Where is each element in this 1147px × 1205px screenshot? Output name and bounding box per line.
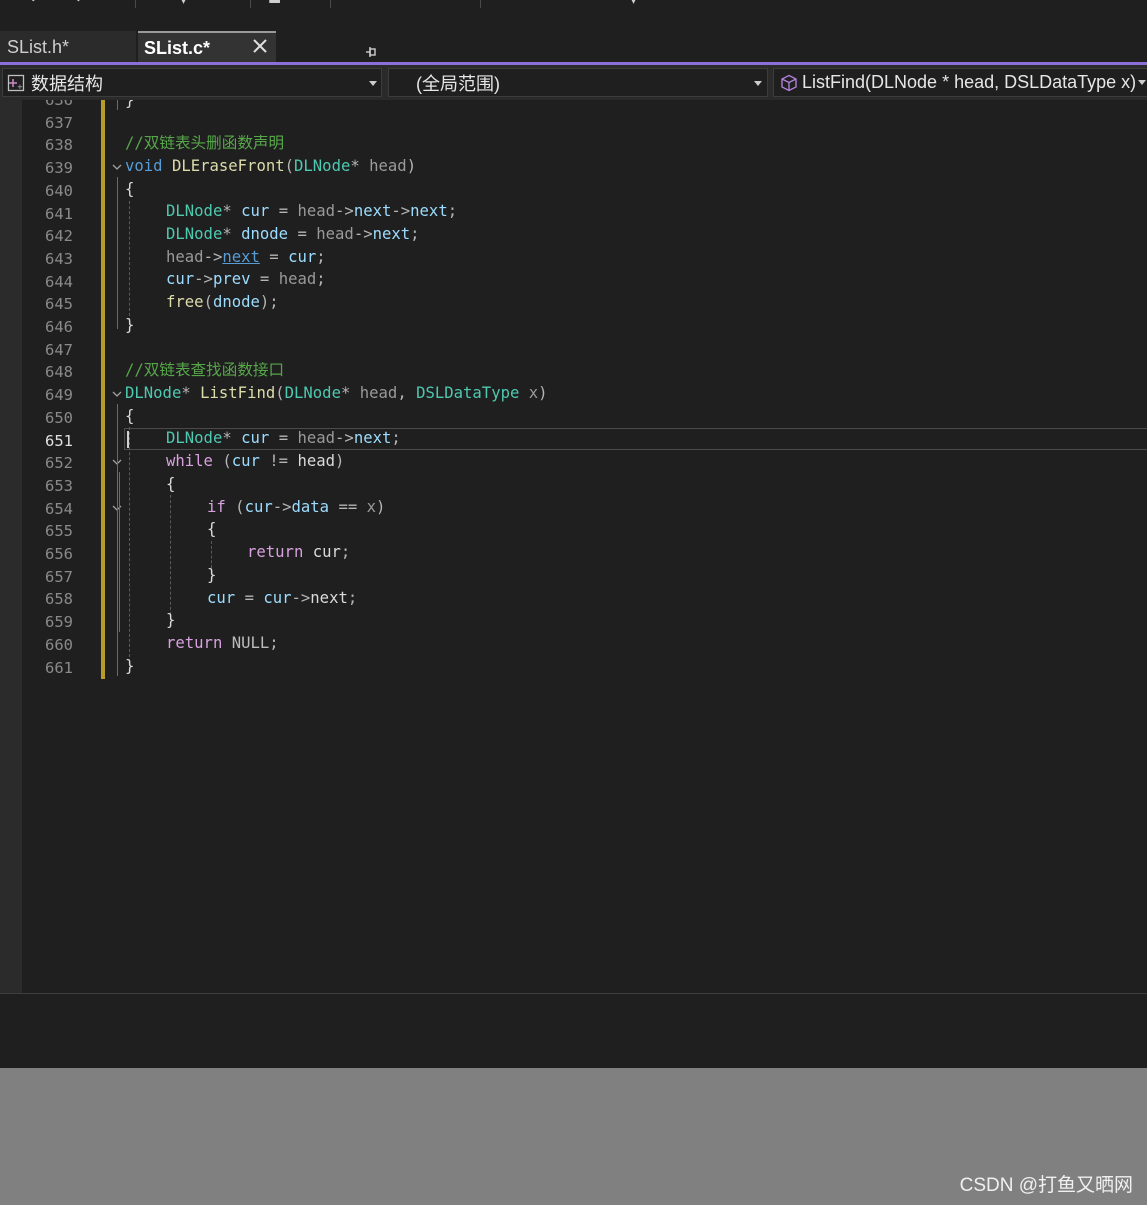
code-line-645: free(dnode); (166, 293, 279, 311)
line-number: 656 (45, 545, 73, 563)
code-line-643: head->next = cur; (166, 248, 326, 266)
code-editor[interactable]: 636 637 638 639 640 641 642 643 644 645 646 647 648 6… (0, 100, 1147, 993)
line-number: 636 (45, 100, 73, 109)
fold-collapse-icon[interactable] (111, 388, 123, 400)
toolbar-separator (250, 0, 251, 8)
line-number: 646 (45, 318, 73, 336)
member-function-icon (781, 74, 797, 92)
line-number: 644 (45, 272, 73, 291)
undo-icon[interactable]: ↶ (30, 0, 42, 8)
indent-guide (129, 201, 130, 321)
code-line-657: } (207, 566, 217, 584)
change-tracking-bar (101, 100, 105, 679)
code-line-650: { (125, 407, 135, 425)
code-line-639: void DLEraseFront(DLNode* head) (125, 157, 417, 175)
line-number: 653 (45, 476, 73, 495)
fold-collapse-icon[interactable] (111, 161, 123, 173)
code-line-636: } (125, 100, 135, 109)
indent-guide (170, 495, 171, 620)
project-icon: + (7, 74, 25, 92)
line-number: 647 (45, 340, 73, 359)
line-number: 652 (45, 454, 73, 473)
code-line-642: DLNode* dnode = head->next; (166, 225, 420, 243)
pin-icon[interactable] (364, 45, 378, 59)
redo-icon[interactable]: ↷ (70, 0, 82, 8)
line-number: 651 (45, 431, 73, 450)
watermark: CSDN @打鱼又晒网 (959, 1175, 1133, 1196)
chevron-down-icon[interactable] (1138, 80, 1146, 85)
code-line-641: DLNode* cur = head->next->next; (166, 202, 458, 220)
line-number: 649 (45, 386, 73, 405)
code-line-649: DLNode* ListFind(DLNode* head, DSLDataTy… (125, 384, 548, 402)
code-line-660: return NULL; (166, 634, 279, 652)
chevron-down-icon (754, 81, 762, 86)
indent-guide (129, 427, 130, 657)
code-line-638: //双链表头删函数声明 (125, 134, 285, 152)
scope-dropdown[interactable]: (全局范围) (388, 68, 768, 97)
toolbar: ↶ ↷ ▾ ▬ ▾ (0, 0, 1147, 24)
line-number: 642 (45, 227, 73, 246)
background-area: CSDN @打鱼又晒网 (0, 1068, 1147, 1205)
line-number: 639 (45, 159, 73, 178)
line-number-gutter: 636 637 638 639 640 641 642 643 644 645 646 647 648 6… (22, 100, 82, 993)
outline-bar (117, 177, 118, 329)
toolbar-dropdown-icon[interactable]: ▾ (630, 0, 637, 8)
line-number: 654 (45, 499, 73, 518)
member-dropdown[interactable]: ListFind(DLNode * head, DSLDataType x) (773, 68, 1147, 97)
toolbar-separator (480, 0, 481, 8)
scope-name: (全局范围) (416, 73, 500, 94)
toolbar-separator (330, 0, 331, 8)
toolbar-dropdown-icon[interactable]: ▾ (180, 0, 187, 8)
toolbar-separator (135, 0, 136, 8)
outline-bar (117, 404, 118, 676)
navigation-bar: + 数据结构 (全局范围) ListFind(DLNode * head, DS… (0, 65, 1147, 100)
line-number: 657 (45, 567, 73, 586)
line-number: 659 (45, 613, 73, 632)
code-line-659: } (166, 611, 176, 629)
code-line-644: cur->prev = head; (166, 270, 326, 288)
member-name: ListFind(DLNode * head, DSLDataType x) (802, 72, 1137, 92)
tab-label: SList.h* (7, 37, 70, 57)
code-line-655: { (207, 520, 217, 538)
line-number: 661 (45, 658, 73, 677)
line-number: 645 (45, 295, 73, 314)
document-tab-strip: SList.h* SList.c* (0, 28, 1147, 64)
tab-slist-h[interactable]: SList.h* (0, 31, 136, 64)
code-line-658: cur = cur->next; (207, 589, 358, 607)
code-line-651: DLNode* cur = head->next; (166, 429, 401, 447)
code-line-653: { (166, 475, 176, 493)
project-dropdown[interactable]: + 数据结构 (2, 68, 382, 97)
chevron-down-icon (369, 81, 377, 86)
code-line-661: } (125, 657, 135, 675)
line-number: 660 (45, 635, 73, 654)
outline-bar (117, 100, 118, 110)
line-number: 641 (45, 204, 73, 223)
line-number: 655 (45, 522, 73, 541)
svg-text:+: + (17, 83, 23, 91)
tab-label: SList.c* (144, 38, 211, 58)
line-number: 637 (45, 113, 73, 132)
lower-panel (0, 994, 1147, 1068)
line-number: 658 (45, 590, 73, 609)
code-line-640: { (125, 180, 135, 198)
line-number: 648 (45, 363, 73, 382)
outline-bar (119, 472, 120, 632)
code-line-652: while (cur != head) (166, 452, 345, 470)
code-line-648: //双链表查找函数接口 (125, 361, 285, 379)
line-number: 638 (45, 136, 73, 155)
line-number: 643 (45, 249, 73, 268)
line-number: 640 (45, 181, 73, 200)
code-line-646: } (125, 316, 135, 334)
line-number: 650 (45, 408, 73, 427)
save-icon[interactable]: ▬ (268, 0, 281, 8)
code-line-656: return cur; (247, 543, 351, 561)
close-icon[interactable] (251, 37, 269, 55)
code-line-654: if (cur->data == x) (207, 498, 386, 516)
project-name: 数据结构 (31, 73, 103, 94)
